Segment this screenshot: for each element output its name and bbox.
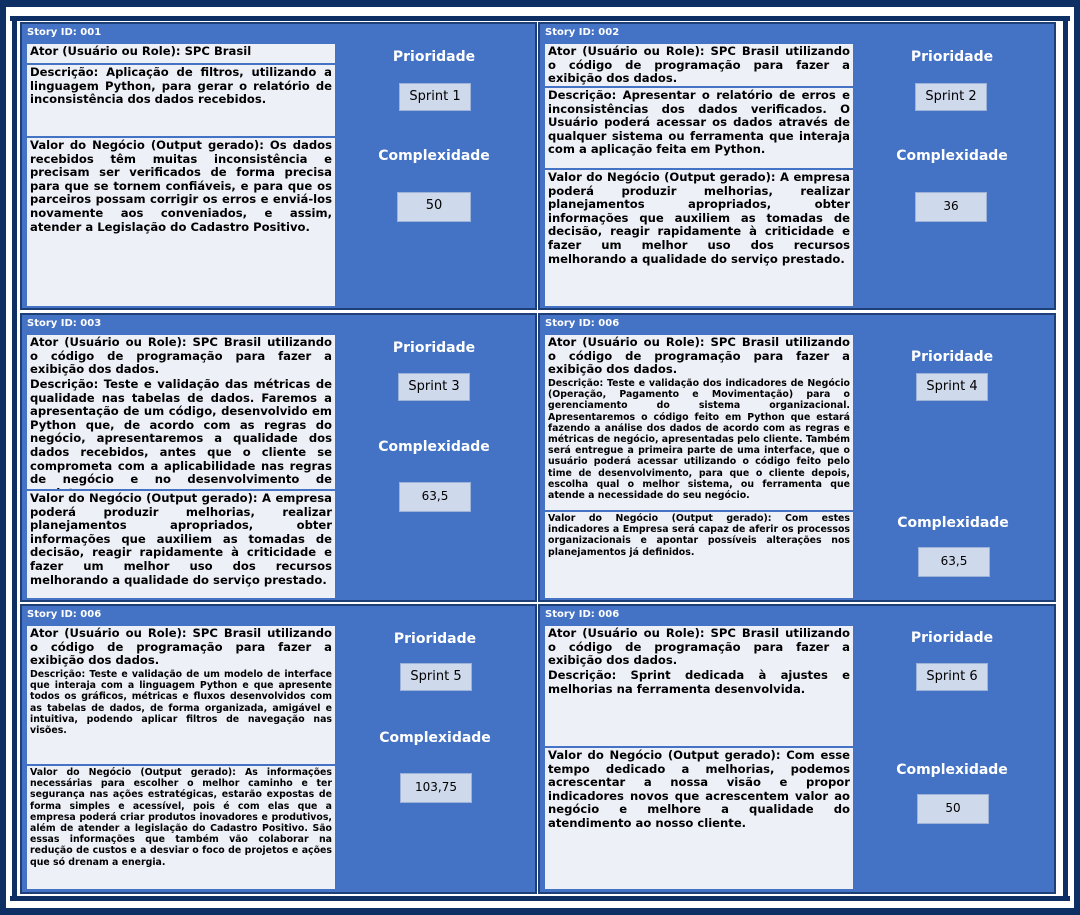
frame-border-bottom xyxy=(0,908,1080,915)
complexity-value: 50 xyxy=(397,192,471,222)
actor-field: Ator (Usuário ou Role): SPC Brasil utili… xyxy=(545,44,853,86)
description-field: Descrição: Apresentar o relatório de err… xyxy=(545,88,853,168)
frame-border-right xyxy=(1074,0,1080,915)
frame-border-right-inner xyxy=(1063,16,1068,901)
complexity-label: Complexidade xyxy=(896,148,1008,164)
priority-label: Prioridade xyxy=(910,349,994,365)
story-id: Story ID: 001 xyxy=(27,27,102,38)
complexity-label: Complexidade xyxy=(378,439,490,455)
description-field: Descrição: Sprint dedicada à ajustes e m… xyxy=(545,668,853,746)
sprint-badge: Sprint 6 xyxy=(916,663,988,691)
business-value-field: Valor do Negócio (Output gerado): Com es… xyxy=(545,748,853,889)
sprint-badge: Sprint 3 xyxy=(398,373,470,401)
business-value-field: Valor do Negócio (Output gerado): Com es… xyxy=(545,512,853,598)
business-value-field: Valor do Negócio (Output gerado): Os dad… xyxy=(27,138,335,306)
story-id: Story ID: 002 xyxy=(545,27,620,38)
frame-border-left-inner xyxy=(12,16,17,901)
priority-label: Prioridade xyxy=(392,340,476,356)
complexity-value: 63,5 xyxy=(918,547,990,577)
story-card-4: Story ID: 006 Ator (Usuário ou Role): SP… xyxy=(538,313,1056,602)
complexity-value: 63,5 xyxy=(399,482,471,512)
priority-label: Prioridade xyxy=(392,49,476,65)
frame-border-left xyxy=(0,0,6,915)
story-id: Story ID: 006 xyxy=(545,318,620,329)
description-field: Descrição: Teste e validação de um model… xyxy=(27,668,335,764)
story-card-1: Story ID: 001 Ator (Usuário ou Role): SP… xyxy=(20,22,537,310)
sprint-badge: Sprint 5 xyxy=(400,663,472,691)
complexity-label: Complexidade xyxy=(378,148,490,164)
description-field: Descrição: Aplicação de filtros, utiliza… xyxy=(27,65,335,136)
story-id: Story ID: 003 xyxy=(27,318,102,329)
business-value-field: Valor do Negócio (Output gerado): As inf… xyxy=(27,766,335,889)
priority-label: Prioridade xyxy=(910,630,994,646)
complexity-label: Complexidade xyxy=(379,730,491,746)
actor-field: Ator (Usuário ou Role): SPC Brasil utili… xyxy=(545,626,853,668)
sprint-badge: Sprint 4 xyxy=(916,373,988,401)
priority-label: Prioridade xyxy=(910,49,994,65)
description-field: Descrição: Teste e validação dos indicad… xyxy=(545,377,853,510)
story-id: Story ID: 006 xyxy=(545,609,620,620)
actor-field: Ator (Usuário ou Role): SPC Brasil xyxy=(27,44,335,63)
frame-border-top-inner xyxy=(10,16,1070,21)
story-card-2: Story ID: 002 Ator (Usuário ou Role): SP… xyxy=(538,22,1056,310)
complexity-value: 103,75 xyxy=(400,773,472,803)
story-card-6: Story ID: 006 Ator (Usuário ou Role): SP… xyxy=(538,604,1056,894)
frame-border-top xyxy=(0,0,1080,7)
complexity-label: Complexidade xyxy=(897,515,1009,531)
complexity-label: Complexidade xyxy=(896,762,1008,778)
sprint-badge: Sprint 1 xyxy=(399,83,471,111)
story-id: Story ID: 006 xyxy=(27,609,102,620)
story-card-5: Story ID: 006 Ator (Usuário ou Role): SP… xyxy=(20,604,537,894)
story-card-3: Story ID: 003 Ator (Usuário ou Role): SP… xyxy=(20,313,537,602)
business-value-field: Valor do Negócio (Output gerado): A empr… xyxy=(27,491,335,598)
description-field: Descrição: Teste e validação das métrica… xyxy=(27,377,335,489)
actor-field: Ator (Usuário ou Role): SPC Brasil utili… xyxy=(27,335,335,377)
frame-border-bottom-inner xyxy=(10,896,1070,901)
complexity-value: 36 xyxy=(915,192,987,222)
complexity-value: 50 xyxy=(917,794,989,824)
sprint-badge: Sprint 2 xyxy=(915,83,987,111)
priority-label: Prioridade xyxy=(393,631,477,647)
actor-field: Ator (Usuário ou Role): SPC Brasil utili… xyxy=(545,335,853,377)
business-value-field: Valor do Negócio (Output gerado): A empr… xyxy=(545,170,853,306)
actor-field: Ator (Usuário ou Role): SPC Brasil utili… xyxy=(27,626,335,668)
